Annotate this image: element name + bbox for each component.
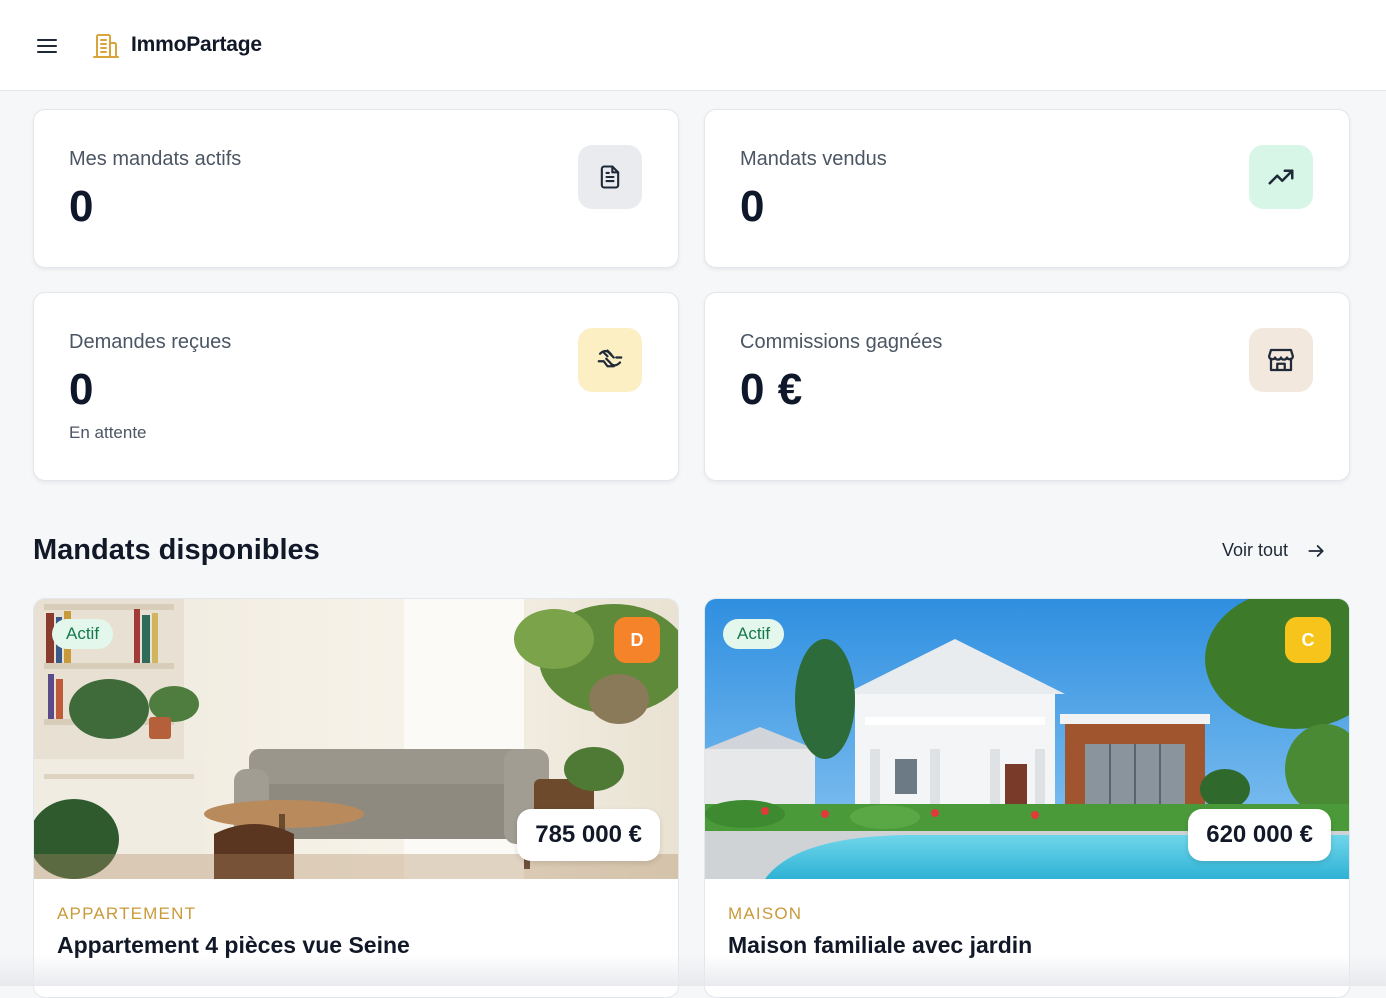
listing-title[interactable]: Maison familiale avec jardin bbox=[728, 932, 1032, 959]
top-bar: ImmoPartage bbox=[0, 0, 1386, 91]
listing-card-apartment[interactable]: Actif D 785 000 € APPARTEMENT Appartemen… bbox=[33, 598, 679, 998]
listing-card-house[interactable]: Actif C 620 000 € MAISON Maison familial… bbox=[704, 598, 1350, 998]
energy-grade-badge: C bbox=[1285, 617, 1331, 663]
app-name[interactable]: ImmoPartage bbox=[131, 33, 262, 57]
stat-title: Mandats vendus bbox=[740, 148, 887, 170]
stat-title: Commissions gagnées bbox=[740, 331, 943, 353]
stat-card-requests: Demandes reçues 0 En attente bbox=[33, 292, 679, 481]
section-title: Mandats disponibles bbox=[33, 534, 320, 566]
stat-value: 0 bbox=[69, 182, 94, 231]
building-icon bbox=[93, 34, 119, 58]
trending-up-icon bbox=[1249, 145, 1313, 209]
stat-value: 0 bbox=[740, 182, 765, 231]
status-badge: Actif bbox=[723, 619, 785, 649]
status-badge: Actif bbox=[52, 619, 114, 649]
energy-grade-badge: D bbox=[614, 617, 660, 663]
stat-value: 0 bbox=[69, 365, 94, 414]
see-all-link[interactable]: Voir tout bbox=[1222, 540, 1326, 561]
document-icon bbox=[578, 145, 642, 209]
property-type: MAISON bbox=[728, 904, 803, 923]
hamburger-icon[interactable] bbox=[36, 36, 58, 56]
property-type: APPARTEMENT bbox=[57, 904, 197, 923]
handshake-icon bbox=[578, 328, 642, 392]
stat-card-commissions: Commissions gagnées 0 € bbox=[704, 292, 1350, 481]
price-badge: 620 000 € bbox=[1188, 809, 1331, 861]
see-all-label: Voir tout bbox=[1222, 540, 1289, 560]
stat-value: 0 € bbox=[740, 365, 803, 414]
stat-subtitle: En attente bbox=[69, 423, 147, 442]
arrow-right-icon bbox=[1308, 544, 1324, 557]
stat-card-active-mandates: Mes mandats actifs 0 bbox=[33, 109, 679, 268]
store-icon bbox=[1249, 328, 1313, 392]
stat-title: Demandes reçues bbox=[69, 331, 232, 353]
stat-card-sold-mandates: Mandats vendus 0 bbox=[704, 109, 1350, 268]
listing-title[interactable]: Appartement 4 pièces vue Seine bbox=[57, 932, 410, 959]
stat-title: Mes mandats actifs bbox=[69, 148, 242, 170]
price-badge: 785 000 € bbox=[517, 809, 660, 861]
